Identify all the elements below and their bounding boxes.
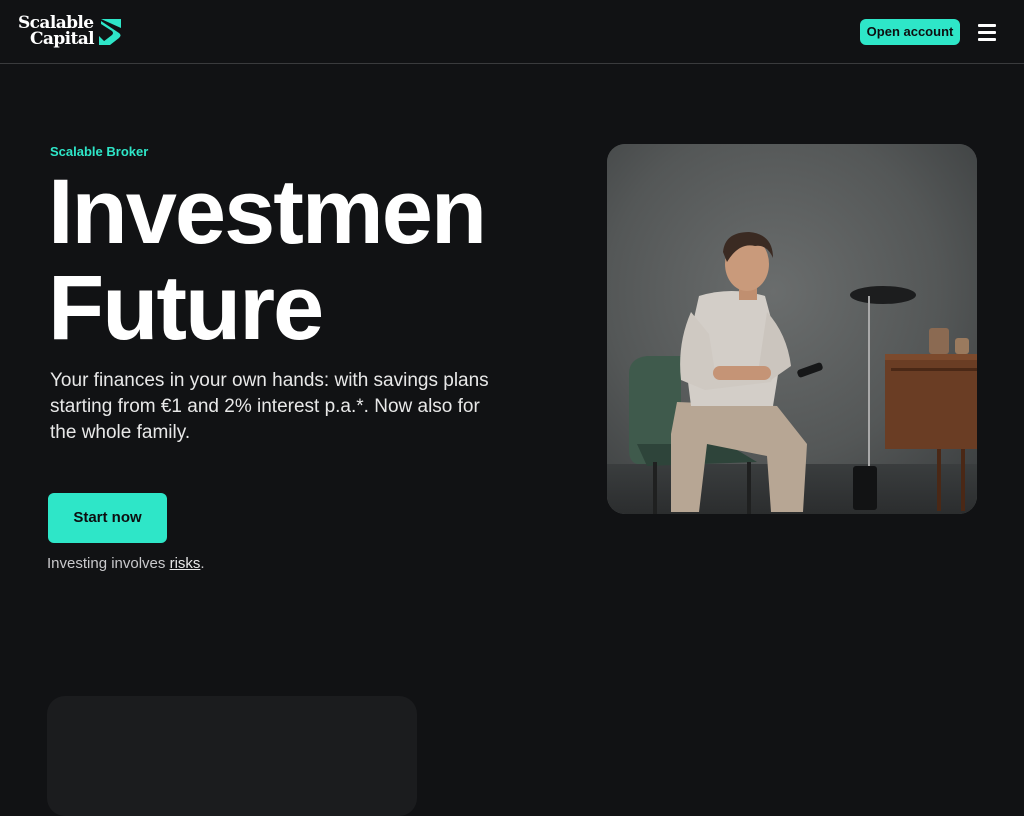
headline-line-2: Future xyxy=(48,257,324,354)
headline-line-1: Investmen xyxy=(48,164,487,263)
risk-suffix: . xyxy=(200,555,205,572)
logo-wordmark: Scalable Capital xyxy=(18,15,95,49)
scalable-capital-logo[interactable]: Scalable Capital xyxy=(18,15,128,49)
open-account-button[interactable]: Open account xyxy=(860,19,960,45)
risks-link[interactable]: risks xyxy=(170,555,201,572)
hero-description: Your finances in your own hands: with sa… xyxy=(50,370,489,443)
risk-disclaimer: Investing involves risks. xyxy=(47,555,205,572)
logo-line-2: Capital xyxy=(30,29,95,49)
hamburger-menu-icon[interactable] xyxy=(978,24,996,42)
hero-image xyxy=(607,144,977,514)
top-navigation-bar: Scalable Capital Open account xyxy=(0,0,1024,64)
logo-mark-icon xyxy=(99,19,121,45)
hero-eyebrow: Scalable Broker xyxy=(50,144,149,159)
menu-bar-middle xyxy=(978,31,996,34)
feature-card xyxy=(47,696,417,816)
start-now-button[interactable]: Start now xyxy=(48,493,167,543)
man-in-chair-illustration xyxy=(607,144,977,514)
hero-headline: Investmen Future xyxy=(48,164,500,354)
menu-bar-bottom xyxy=(978,38,996,41)
menu-bar-top xyxy=(978,24,996,27)
risk-prefix: Investing involves xyxy=(47,555,170,572)
